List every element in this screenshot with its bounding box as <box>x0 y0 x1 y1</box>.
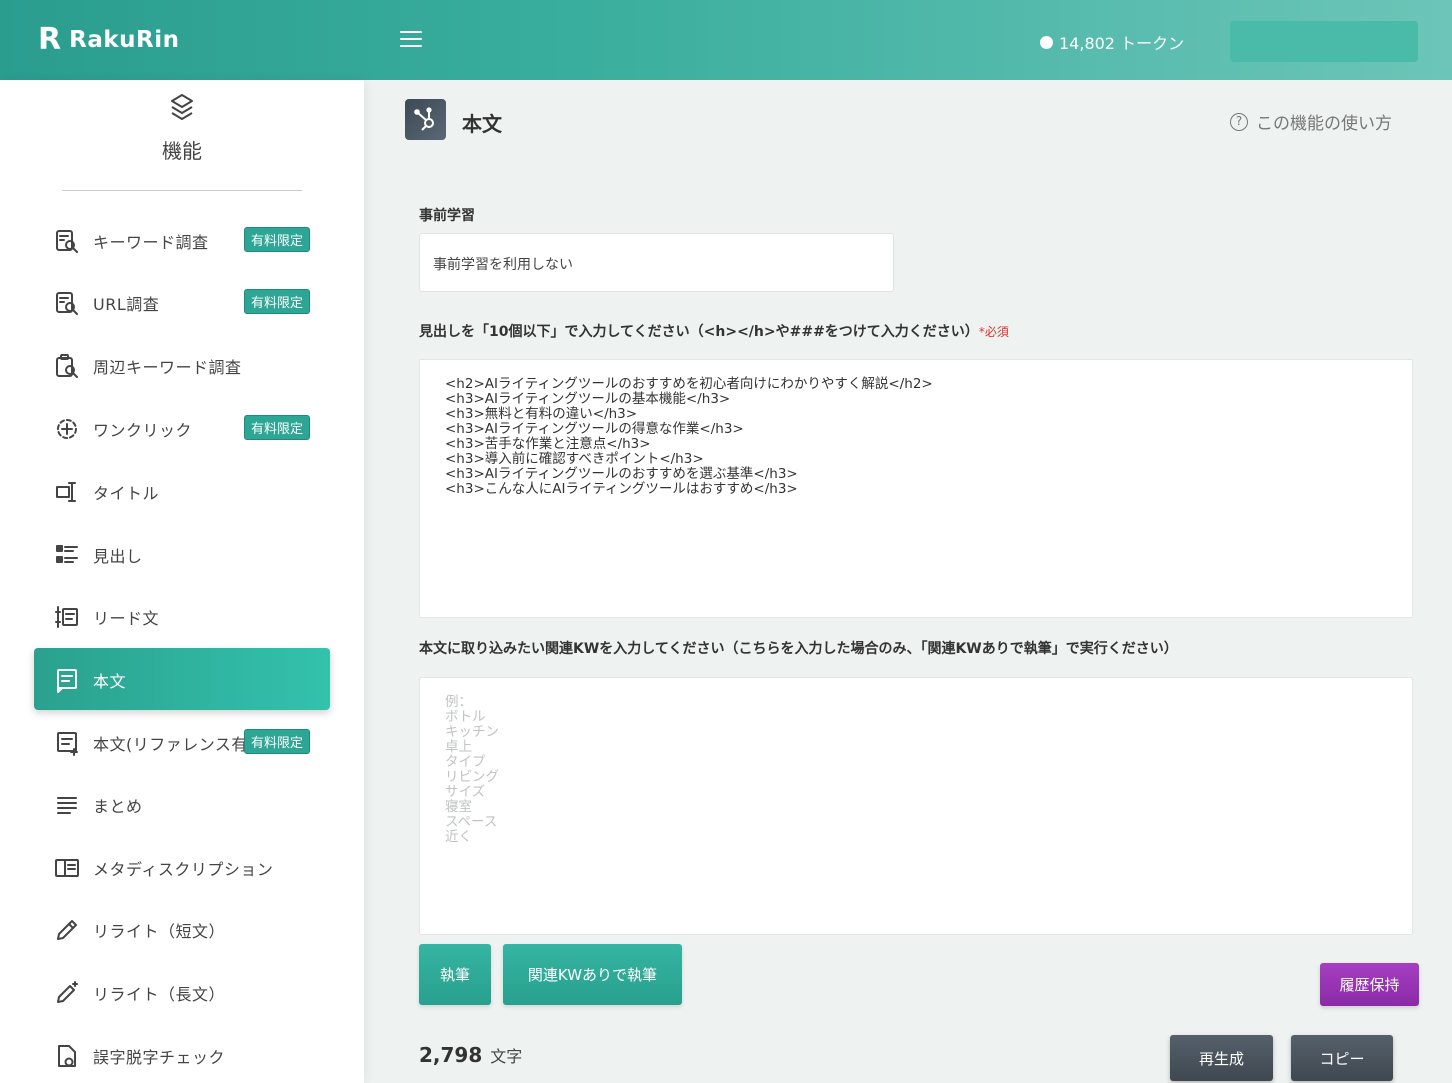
sidebar-item-11[interactable]: メタディスクリプション <box>34 836 330 898</box>
lead-text-icon <box>55 606 78 628</box>
copy-button[interactable]: コピー <box>1291 1035 1393 1081</box>
main-content: 本文 ? この機能の使い方 事前学習 事前学習を利用しない 見出しを「10個以下… <box>364 80 1452 1083</box>
sidebar-item-5[interactable]: タイトル <box>34 460 330 522</box>
sidebar-item-label: URL調査 <box>93 295 160 314</box>
top-bar: R RakuRin 14,802 トークン <box>0 0 1452 80</box>
sidebar-item-label: 見出し <box>93 547 143 566</box>
sidebar-item-4[interactable]: ワンクリック 有料限定 <box>34 397 330 459</box>
sidebar-item-10[interactable]: まとめ <box>34 773 330 835</box>
char-count-number: 2,798 <box>419 1043 483 1067</box>
sidebar-item-label: メタディスクリプション <box>93 860 274 879</box>
summary-icon <box>57 797 77 814</box>
sidebar-item-label: リライト（短文） <box>93 922 226 941</box>
logo-mark: R <box>38 22 62 57</box>
sidebar-item-14[interactable]: 誤字脱字チェック <box>34 1024 330 1083</box>
write-button[interactable]: 執筆 <box>419 944 491 1005</box>
pretraining-label: 事前学習 <box>419 208 475 224</box>
kw-label: 本文に取り込みたい関連KWを入力してください（こちらを入力した場合のみ、「関連K… <box>419 641 1178 657</box>
sidebar-item-label: 周辺キーワード調査 <box>93 358 242 377</box>
required-mark: *必須 <box>978 325 1009 339</box>
related-keyword-icon <box>56 354 78 378</box>
paid-only-badge: 有料限定 <box>244 729 311 754</box>
token-count-text: 14,802 トークン <box>1059 34 1185 53</box>
char-count-unit: 文字 <box>490 1047 523 1066</box>
headings-label-text: 見出しを「10個以下」で入力してください（<h></h>や###をつけて入力くだ… <box>419 324 979 340</box>
sidebar-item-12[interactable]: リライト（短文） <box>34 898 330 960</box>
rewrite-long-icon <box>57 981 78 1003</box>
sidebar-item-9[interactable]: 本文(リファレンス有) 有料限定 <box>34 711 330 773</box>
hubspot-icon <box>405 99 446 140</box>
body-reference-icon <box>57 732 78 756</box>
sidebar-item-7[interactable]: リード文 <box>34 585 330 647</box>
sidebar-item-6[interactable]: 見出し <box>34 523 330 585</box>
paid-only-badge: 有料限定 <box>244 415 311 440</box>
body-text-icon <box>57 669 77 693</box>
char-count: 2,798 文字 <box>419 1043 522 1067</box>
hamburger-menu-icon[interactable] <box>400 31 422 49</box>
token-count: 14,802 トークン <box>1040 30 1184 54</box>
sidebar-item-13[interactable]: リライト（長文） <box>34 961 330 1023</box>
help-link-text: この機能の使い方 <box>1256 114 1392 134</box>
rewrite-short-icon <box>57 920 77 940</box>
token-icon <box>1040 35 1053 49</box>
keyword-search-icon <box>56 230 78 253</box>
sidebar-item-1[interactable]: キーワード調査 有料限定 <box>34 209 330 271</box>
sidebar-divider <box>62 190 302 191</box>
write-with-kw-button[interactable]: 関連KWありで執筆 <box>503 944 682 1005</box>
logo-text: RakuRin <box>69 27 180 53</box>
sidebar-item-label: 誤字脱字チェック <box>93 1048 226 1067</box>
one-click-icon <box>57 419 77 439</box>
help-icon: ? <box>1230 112 1248 131</box>
sidebar-heading: 機能 <box>162 139 202 163</box>
meta-description-icon <box>55 859 79 877</box>
history-keep-button[interactable]: 履歴保持 <box>1320 963 1419 1006</box>
url-search-icon <box>56 292 78 315</box>
sidebar-item-label: キーワード調査 <box>93 233 209 252</box>
pretraining-select[interactable]: 事前学習を利用しない <box>419 233 894 292</box>
sidebar-item-3[interactable]: 周辺キーワード調査 <box>34 334 330 396</box>
page-title: 本文 <box>462 112 502 136</box>
sidebar: 機能 キーワード調査 有料限定 URL調査 有料限定 周辺キーワード調査 ワンクリック 有料… <box>0 80 364 1083</box>
sidebar-item-label: 本文 <box>93 672 127 691</box>
logo[interactable]: R RakuRin <box>38 22 179 58</box>
sidebar-item-label: リード文 <box>93 609 160 628</box>
regenerate-button[interactable]: 再生成 <box>1170 1035 1273 1081</box>
headings-textarea[interactable]: <h2>AIライティングツールのおすすめを初心者向けにわかりやすく解説</h2>… <box>419 359 1413 618</box>
related-kw-textarea[interactable]: 例： ボトル キッチン 卓上 タイプ リビング サイズ 寝室 スペース 近く <box>419 677 1413 935</box>
sidebar-item-label: ワンクリック <box>93 421 193 440</box>
sidebar-item-label: リライト（長文） <box>93 985 226 1004</box>
headings-label: 見出しを「10個以下」で入力してください（<h></h>や###をつけて入力くだ… <box>419 321 1009 341</box>
paid-only-badge: 有料限定 <box>244 289 311 314</box>
typo-check-icon <box>58 1045 76 1067</box>
sidebar-header: 機能 <box>0 80 364 190</box>
sidebar-item-label: 本文(リファレンス有) <box>93 735 255 754</box>
title-icon <box>56 482 76 502</box>
header-account-button[interactable] <box>1230 21 1418 62</box>
headings-icon <box>56 545 78 563</box>
layers-icon <box>171 94 193 120</box>
help-link[interactable]: ? この機能の使い方 <box>1230 109 1392 134</box>
sidebar-item-2[interactable]: URL調査 有料限定 <box>34 271 330 333</box>
paid-only-badge: 有料限定 <box>244 227 311 252</box>
sidebar-item-8[interactable]: 本文 <box>34 648 330 710</box>
sidebar-item-label: まとめ <box>93 797 143 816</box>
sidebar-item-label: タイトル <box>93 484 160 503</box>
